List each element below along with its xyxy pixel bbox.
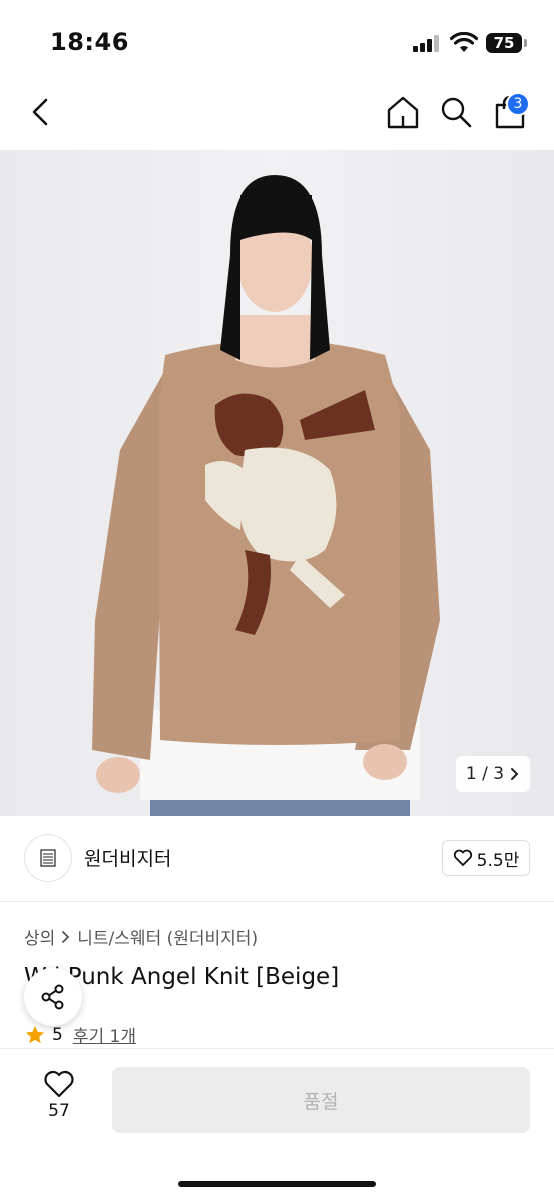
cart-count-badge: 3 bbox=[506, 92, 530, 116]
breadcrumb: 상의 니트/스웨터 (원더비지터) bbox=[24, 924, 258, 949]
heart-icon bbox=[453, 849, 472, 866]
chevron-right-icon bbox=[511, 768, 519, 780]
status-bar: 18:46 75 bbox=[0, 0, 554, 80]
sold-out-button[interactable]: 품절 bbox=[112, 1067, 530, 1133]
bottom-bar: 57 품절 bbox=[0, 1048, 554, 1200]
heart-icon bbox=[44, 1070, 74, 1098]
chevron-right-icon bbox=[62, 930, 70, 943]
signal-icon bbox=[413, 34, 441, 52]
star-icon bbox=[25, 1025, 45, 1043]
home-indicator bbox=[178, 1181, 376, 1187]
search-icon[interactable] bbox=[438, 94, 474, 130]
battery-tip bbox=[524, 39, 527, 47]
model-illustration bbox=[92, 175, 440, 816]
share-icon bbox=[41, 984, 64, 1010]
breadcrumb-category[interactable]: 상의 bbox=[24, 924, 55, 949]
product-image[interactable] bbox=[0, 150, 554, 816]
pager-text: 1 / 3 bbox=[465, 764, 505, 784]
rating-value: 5 bbox=[52, 1024, 63, 1045]
home-icon[interactable] bbox=[385, 94, 421, 130]
breadcrumb-subcategory[interactable]: 니트/스웨터 (원더비지터) bbox=[77, 924, 258, 949]
battery-icon: 75 bbox=[486, 33, 522, 53]
rating-row: 5 후기 1개 bbox=[24, 1022, 136, 1047]
back-icon[interactable] bbox=[26, 94, 58, 130]
brand-like-count: 5.5만 bbox=[476, 850, 520, 871]
brand-logo-icon bbox=[40, 849, 56, 867]
gallery-pager[interactable]: 1 / 3 bbox=[456, 756, 530, 792]
wishlist-count: 57 bbox=[48, 1101, 70, 1121]
status-time: 18:46 bbox=[50, 28, 129, 56]
nav-bar bbox=[0, 80, 554, 150]
brand-logo[interactable] bbox=[24, 834, 72, 882]
brand-row[interactable]: 원더비지터 5.5만 bbox=[0, 816, 554, 902]
brand-like-button[interactable]: 5.5만 bbox=[442, 840, 530, 876]
wishlist-button[interactable]: 57 bbox=[32, 1069, 86, 1129]
review-link[interactable]: 후기 1개 bbox=[73, 1022, 136, 1047]
brand-name[interactable]: 원더비지터 bbox=[84, 844, 171, 871]
wifi-icon bbox=[450, 32, 478, 52]
share-button[interactable] bbox=[24, 968, 82, 1026]
